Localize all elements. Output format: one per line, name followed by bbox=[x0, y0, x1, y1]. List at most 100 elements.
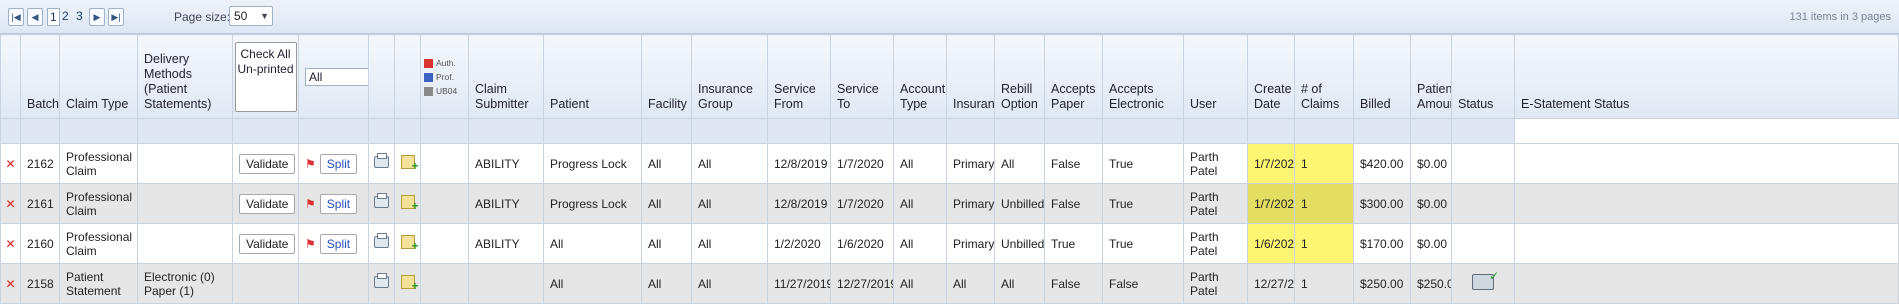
table-row[interactable]: ✕ 2160 Professional Claim Validate ⚑ Spli… bbox=[0, 223, 1899, 264]
header-status[interactable]: Status bbox=[1451, 34, 1515, 119]
header-insurance-group[interactable]: Insurance Group bbox=[691, 34, 768, 119]
header-batch[interactable]: Batch bbox=[20, 34, 60, 119]
header-patient-amount[interactable]: Patient Amount bbox=[1410, 34, 1452, 119]
flag-icon[interactable]: ⚑ bbox=[305, 237, 316, 251]
check-all-unprinted-button[interactable]: Check All Un-printed bbox=[234, 41, 297, 112]
cell-billed: $300.00 bbox=[1353, 183, 1411, 224]
header-patient[interactable]: Patient bbox=[543, 34, 642, 119]
legend-auth-label: Auth. bbox=[436, 57, 456, 68]
add-note-icon[interactable] bbox=[400, 195, 419, 213]
page-2[interactable]: 2 bbox=[62, 9, 69, 23]
cell-claim-type: Professional Claim bbox=[59, 143, 138, 184]
cell-user: Parth Patel bbox=[1183, 223, 1248, 264]
header-accepts-electronic[interactable]: Accepts Electronic bbox=[1102, 34, 1184, 119]
next-page-icon[interactable]: ▶ bbox=[89, 8, 105, 26]
header-insurance[interactable]: Insurance bbox=[946, 34, 995, 119]
page-3[interactable]: 3 bbox=[76, 9, 83, 23]
prev-page-icon[interactable]: ◀ bbox=[27, 8, 43, 26]
cell-service-from: 1/2/2020 bbox=[767, 223, 831, 264]
delete-icon[interactable]: ✕ bbox=[0, 143, 21, 184]
first-page-icon[interactable]: |◀ bbox=[8, 8, 24, 26]
delete-icon[interactable]: ✕ bbox=[0, 223, 21, 264]
header-service-from[interactable]: Service From bbox=[767, 34, 831, 119]
add-note-icon[interactable] bbox=[400, 275, 419, 293]
delete-icon[interactable]: ✕ bbox=[0, 263, 21, 304]
cell-num-claims: 1 bbox=[1294, 263, 1354, 304]
validate-button[interactable]: Validate bbox=[239, 233, 296, 254]
printed-status-icon[interactable] bbox=[1472, 269, 1499, 290]
header-estatement[interactable]: E-Statement Status bbox=[1514, 34, 1899, 119]
cell-accepts-paper: True bbox=[1044, 223, 1103, 264]
cell-patient-amount: $250.00 bbox=[1410, 263, 1452, 304]
table-row[interactable]: ✕ 2158 Patient Statement Electronic (0) … bbox=[0, 263, 1899, 304]
cell-status bbox=[1451, 223, 1515, 264]
cell-patient-amount: $0.00 bbox=[1410, 143, 1452, 184]
claims-grid: Batch Claim Type Delivery Methods (Patie… bbox=[0, 34, 1899, 304]
split-button[interactable]: Split bbox=[319, 233, 358, 254]
cell-create-date: 12/27/2019 bbox=[1247, 263, 1295, 304]
filter-select[interactable]: All ▼ bbox=[305, 67, 368, 86]
add-note-icon[interactable] bbox=[400, 155, 419, 173]
ub04-icon bbox=[424, 86, 433, 96]
cell-insurance: All bbox=[946, 263, 995, 304]
filter-value: All bbox=[309, 69, 323, 84]
add-note-icon[interactable] bbox=[400, 235, 419, 253]
legend-ub04: UB04 bbox=[424, 84, 465, 98]
header-accepts-paper[interactable]: Accepts Paper bbox=[1044, 34, 1103, 119]
header-print bbox=[368, 34, 395, 119]
printer-icon[interactable] bbox=[374, 153, 389, 168]
cell-accepts-paper: False bbox=[1044, 143, 1103, 184]
header-claim-submitter[interactable]: Claim Submitter bbox=[468, 34, 544, 119]
header-billed[interactable]: Billed bbox=[1353, 34, 1411, 119]
printer-icon[interactable] bbox=[374, 193, 389, 208]
printer-icon[interactable] bbox=[374, 273, 389, 288]
header-legend: Auth. Prof. UB04 bbox=[420, 34, 469, 119]
legend-prof: Prof. bbox=[424, 70, 465, 84]
cell-accepts-electronic: True bbox=[1102, 143, 1184, 184]
page-size-select[interactable]: 50 ▼ bbox=[229, 6, 273, 26]
cell-rebill: Unbilled bbox=[994, 223, 1045, 264]
header-claim-type[interactable]: Claim Type bbox=[59, 34, 138, 119]
cell-batch: 2160 bbox=[20, 223, 60, 264]
cell-claim-submitter: ABILITY bbox=[468, 143, 544, 184]
header-create-date[interactable]: Create Date bbox=[1247, 34, 1295, 119]
cell-service-to: 1/7/2020 bbox=[830, 183, 894, 224]
header-rebill[interactable]: Rebill Option bbox=[994, 34, 1045, 119]
cell-estatement bbox=[1514, 263, 1899, 304]
header-service-to[interactable]: Service To bbox=[830, 34, 894, 119]
validate-button[interactable]: Validate bbox=[239, 193, 296, 214]
split-button[interactable]: Split bbox=[319, 153, 358, 174]
cell-rebill: Unbilled bbox=[994, 183, 1045, 224]
delete-icon[interactable]: ✕ bbox=[0, 183, 21, 224]
cell-claim-submitter: ABILITY bbox=[468, 183, 544, 224]
header-user[interactable]: User bbox=[1183, 34, 1248, 119]
header-facility[interactable]: Facility bbox=[641, 34, 692, 119]
header-delivery[interactable]: Delivery Methods (Patient Statements) bbox=[137, 34, 233, 119]
cell-user: Parth Patel bbox=[1183, 183, 1248, 224]
cell-delivery bbox=[137, 183, 233, 224]
table-row[interactable]: ✕ 2161 Professional Claim Validate ⚑ Spli… bbox=[0, 183, 1899, 224]
table-row[interactable]: ✕ 2162 Professional Claim Validate ⚑ Spli… bbox=[0, 143, 1899, 184]
cell-service-to: 12/27/2019 bbox=[830, 263, 894, 304]
split-button[interactable]: Split bbox=[319, 193, 358, 214]
printer-icon[interactable] bbox=[374, 233, 389, 248]
cell-patient: Progress Lock bbox=[543, 183, 642, 224]
prof-icon bbox=[424, 72, 433, 82]
flag-icon[interactable]: ⚑ bbox=[305, 197, 316, 211]
header-filter: All ▼ bbox=[298, 34, 369, 119]
cell-service-to: 1/7/2020 bbox=[830, 143, 894, 184]
cell-accepts-electronic: True bbox=[1102, 223, 1184, 264]
pager-info: 131 items in 3 pages bbox=[1789, 11, 1891, 23]
legend-prof-label: Prof. bbox=[436, 71, 454, 82]
last-page-icon[interactable]: ▶| bbox=[108, 8, 124, 26]
cell-batch: 2162 bbox=[20, 143, 60, 184]
header-account-type[interactable]: Account Type bbox=[893, 34, 947, 119]
page-1[interactable]: 1 bbox=[47, 8, 60, 26]
header-num-claims[interactable]: # of Claims bbox=[1294, 34, 1354, 119]
cell-batch: 2158 bbox=[20, 263, 60, 304]
cell-facility: All bbox=[641, 223, 692, 264]
flag-icon[interactable]: ⚑ bbox=[305, 157, 316, 171]
validate-button[interactable]: Validate bbox=[239, 153, 296, 174]
cell-claim-submitter bbox=[468, 263, 544, 304]
cell-account-type: All bbox=[893, 263, 947, 304]
